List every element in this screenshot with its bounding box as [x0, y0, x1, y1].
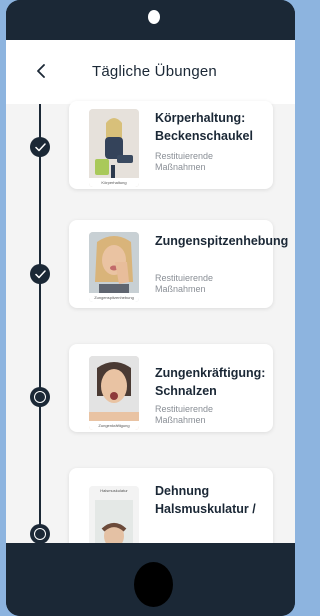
timeline-line — [39, 104, 41, 543]
exercise-card[interactable]: Zungenspitzenhebung Zungenspitzenhebung … — [69, 220, 289, 308]
phone-frame: Tägliche Übungen Körperhaltung Körperhal… — [6, 0, 295, 616]
exercise-title: Körperhaltung: Beckenschaukel — [155, 111, 253, 143]
app-screen: Tägliche Übungen Körperhaltung Körperhal… — [6, 40, 295, 543]
thumbnail-caption: Körperhaltung — [89, 178, 139, 187]
chevron-left-icon — [37, 64, 45, 78]
bottom-bezel — [6, 543, 295, 616]
person-tongue-image — [89, 232, 139, 302]
exercise-thumbnail: Halsmuskulatur — [89, 486, 139, 543]
person-mouth-open-image — [89, 356, 139, 430]
exercise-subtitle: Restituierende Maßnahmen — [155, 151, 214, 172]
camera-dot — [148, 10, 160, 24]
exercise-subtitle: Restituierende Maßnahmen — [155, 273, 214, 294]
exercise-thumbnail: Körperhaltung — [89, 109, 139, 187]
exercise-card[interactable]: Halsmuskulatur Dehnung Halsmuskulatur / — [69, 468, 273, 543]
exercise-list: Körperhaltung Körperhaltung: Beckenschau… — [6, 101, 295, 543]
thumbnail-caption: Zungenspitzenhebung — [89, 293, 139, 302]
app-header: Tägliche Übungen — [6, 40, 295, 104]
completed-node-icon — [30, 137, 50, 157]
top-bezel — [6, 0, 295, 40]
open-node-icon — [30, 524, 50, 543]
home-button[interactable] — [134, 562, 173, 607]
exercise-title: Zungenspitzenhebung — [155, 234, 289, 248]
exercise-card[interactable]: Zungenkräftigung Zungenkräftigung: Schna… — [69, 344, 273, 432]
exercise-title: Dehnung Halsmuskulatur / — [155, 484, 256, 516]
page-title: Tägliche Übungen — [92, 63, 217, 80]
person-seated-image — [89, 109, 139, 187]
completed-node-icon — [30, 264, 50, 284]
exercise-thumbnail: Zungenspitzenhebung — [89, 232, 139, 302]
exercise-thumbnail: Zungenkräftigung — [89, 356, 139, 430]
exercise-subtitle: Restituierende Maßnahmen — [155, 404, 214, 425]
exercise-title: Zungenkräftigung: Schnalzen — [155, 366, 266, 398]
exercise-card[interactable]: Körperhaltung Körperhaltung: Beckenschau… — [69, 101, 273, 189]
open-node-icon — [30, 387, 50, 407]
back-button[interactable] — [30, 60, 52, 82]
thumbnail-caption: Zungenkräftigung — [89, 421, 139, 430]
thumbnail-caption: Halsmuskulatur — [100, 488, 128, 493]
